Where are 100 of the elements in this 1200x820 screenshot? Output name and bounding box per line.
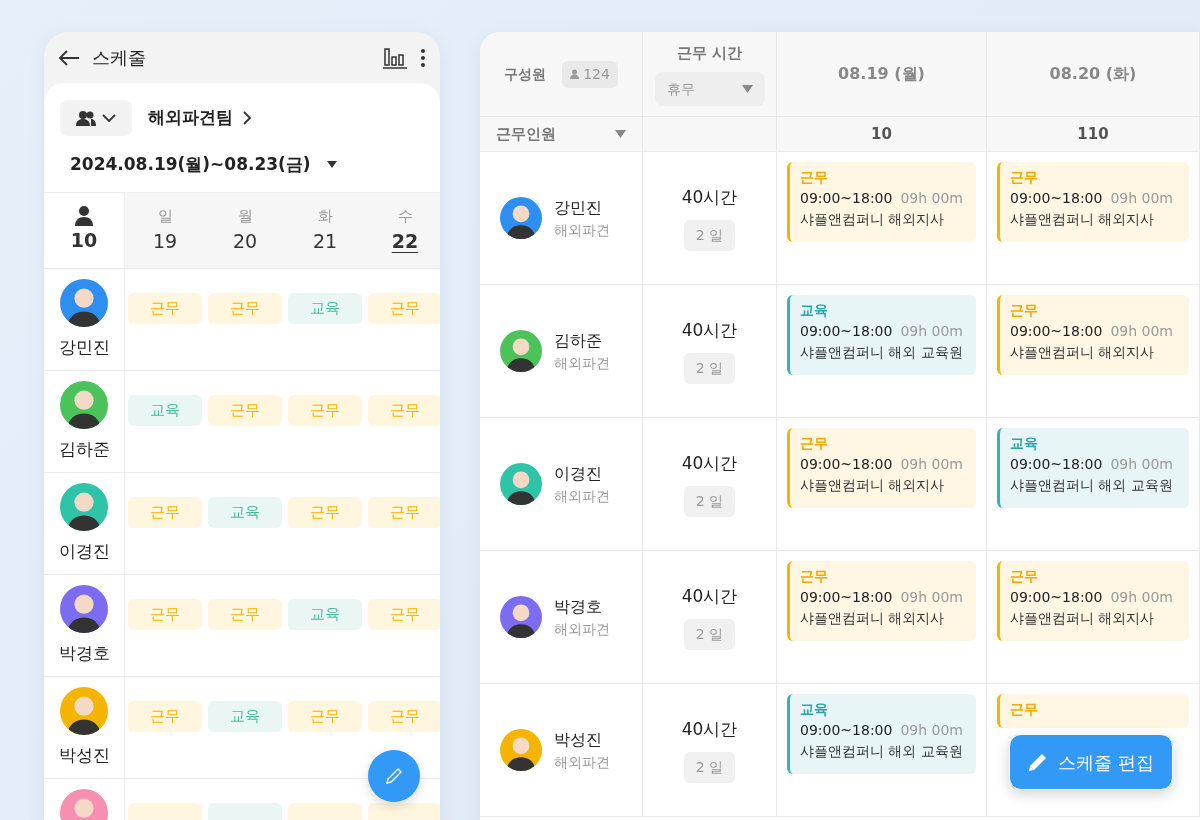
member-name: 김하준 <box>58 437 110 461</box>
shift-tag[interactable]: 교육 <box>128 394 202 426</box>
weekday-label: 월 <box>237 205 253 227</box>
shift-tag[interactable]: 근무 <box>128 292 202 324</box>
shift-time: 09:00~18:00 <box>800 322 893 341</box>
shift-tag[interactable]: 근무 <box>368 598 440 630</box>
more-menu-icon[interactable] <box>420 47 426 68</box>
shift-tag[interactable]: 근무 <box>368 394 440 426</box>
shift-card[interactable]: 근무 <box>997 694 1189 728</box>
shift-tag[interactable]: 교육 <box>208 496 282 528</box>
shift-time: 09:00~18:00 <box>1010 322 1103 341</box>
team-name[interactable]: 해외파견팀 <box>148 105 233 131</box>
chevron-right-icon[interactable] <box>243 111 252 125</box>
member-name: 이경진 <box>554 462 603 485</box>
work-days-badge: 2 일 <box>683 486 736 518</box>
member-name: 박경호 <box>58 641 110 665</box>
team-name: 해외파견 <box>554 220 610 240</box>
edit-schedule-button[interactable]: 스케줄 편집 <box>1009 734 1173 790</box>
dropdown-triangle-icon <box>741 85 753 94</box>
chevron-down-icon <box>102 114 116 122</box>
shift-duration: 09h 00m <box>1110 189 1173 208</box>
shift-time: 09:00~18:00 <box>1010 455 1103 474</box>
day-date: 19 <box>152 229 178 254</box>
day-date: 20 <box>232 229 258 254</box>
group-filter-button[interactable] <box>60 100 132 136</box>
work-days-badge: 2 일 <box>683 220 736 252</box>
shift-card[interactable]: 근무 09:00~18:00 09h 00m 샤플앤컴퍼니 해외지사 <box>787 561 976 641</box>
shift-time: 09:00~18:00 <box>1010 588 1103 607</box>
member-name: 박성진 <box>554 728 603 751</box>
shift-card[interactable]: 근무 09:00~18:00 09h 00m 샤플앤컴퍼니 해외지사 <box>787 428 976 508</box>
day-header[interactable]: 일 19 <box>125 191 205 268</box>
work-days-badge: 2 일 <box>683 353 736 385</box>
shift-tag[interactable]: 근무 <box>288 394 362 426</box>
shift-duration: 09h 00m <box>1110 588 1173 607</box>
shift-tag[interactable]: 근무 <box>288 700 362 732</box>
day-date: 22 <box>391 229 419 254</box>
member-name: 이경진 <box>58 539 110 563</box>
shift-tag[interactable]: 근무 <box>368 700 440 732</box>
shift-tag[interactable]: 교육 <box>208 700 282 732</box>
dropdown-triangle-icon[interactable] <box>326 161 337 169</box>
shift-location: 샤플앤컴퍼니 해외 교육원 <box>1010 476 1174 495</box>
member-count: 10 <box>70 227 98 253</box>
back-arrow-icon[interactable] <box>58 48 80 67</box>
shift-tag[interactable]: 근무 <box>368 292 440 324</box>
people-icon <box>76 110 96 126</box>
member-count-badge: 124 <box>562 60 618 88</box>
column-header: 근무 시간 <box>676 42 743 64</box>
column-header: 구성원 <box>504 64 547 84</box>
shift-type: 근무 <box>1010 700 1039 719</box>
shift-type: 근무 <box>1010 567 1039 586</box>
shift-tag[interactable]: 교육 <box>288 292 362 324</box>
date-header: 08.19 (월) <box>777 32 987 117</box>
weekday-label: 일 <box>157 205 173 227</box>
shift-tag[interactable]: 교육 <box>288 598 362 630</box>
shift-duration: 09h 00m <box>1110 455 1173 474</box>
staff-filter[interactable]: 근무인원 <box>496 122 556 146</box>
shift-tag[interactable]: 근무 <box>208 292 282 324</box>
shift-location: 샤플앤컴퍼니 해외지사 <box>800 476 946 495</box>
bar-chart-icon[interactable] <box>382 46 408 69</box>
weekday-label: 화 <box>317 205 333 227</box>
work-hours: 40시간 <box>681 318 738 342</box>
work-days-badge: 2 일 <box>683 752 736 784</box>
screen-title: 스케줄 <box>92 46 147 70</box>
shift-card[interactable]: 근무 09:00~18:00 09h 00m 샤플앤컴퍼니 해외지사 <box>997 162 1189 242</box>
shift-tag[interactable]: 근무 <box>208 394 282 426</box>
shift-tag[interactable]: 근무 <box>368 496 440 528</box>
team-name: 해외파견 <box>554 353 610 373</box>
date-range[interactable]: 2024.08.19(월)~08.23(금) <box>70 152 311 178</box>
shift-card[interactable]: 교육 09:00~18:00 09h 00m 샤플앤컴퍼니 해외 교육원 <box>787 295 976 375</box>
team-name: 해외파견 <box>554 486 610 506</box>
hours-filter-dropdown[interactable]: 휴무 <box>654 72 765 107</box>
member-name: 박성진 <box>58 743 110 767</box>
day-header[interactable]: 수 22 <box>365 191 440 268</box>
shift-type: 근무 <box>1010 301 1039 320</box>
shift-location: 샤플앤컴퍼니 해외 교육원 <box>800 343 964 362</box>
pencil-icon <box>385 767 403 785</box>
shift-tag[interactable]: 근무 <box>208 598 282 630</box>
shift-type: 교육 <box>1010 434 1039 453</box>
day-header[interactable]: 월 20 <box>205 191 285 268</box>
day-header[interactable]: 화 21 <box>285 191 365 268</box>
shift-card[interactable]: 근무 09:00~18:00 09h 00m 샤플앤컴퍼니 해외지사 <box>997 561 1189 641</box>
shift-card[interactable]: 교육 09:00~18:00 09h 00m 샤플앤컴퍼니 해외 교육원 <box>997 428 1189 508</box>
team-name: 해외파견 <box>554 619 610 639</box>
shift-tag[interactable]: 근무 <box>128 700 202 732</box>
shift-card[interactable]: 근무 09:00~18:00 09h 00m 샤플앤컴퍼니 해외지사 <box>787 162 976 242</box>
shift-tag[interactable]: 근무 <box>128 598 202 630</box>
date-header: 08.20 (화) <box>987 32 1200 117</box>
shift-tag[interactable]: 근무 <box>128 496 202 528</box>
shift-type: 교육 <box>800 700 829 719</box>
shift-type: 교육 <box>800 301 829 320</box>
member-name: 강민진 <box>58 335 110 359</box>
member-name: 김하준 <box>554 329 603 352</box>
shift-card[interactable]: 근무 09:00~18:00 09h 00m 샤플앤컴퍼니 해외지사 <box>997 295 1189 375</box>
member-name: 강민진 <box>554 196 603 219</box>
shift-duration: 09h 00m <box>1110 322 1173 341</box>
work-hours: 40시간 <box>681 717 738 741</box>
shift-card[interactable]: 교육 09:00~18:00 09h 00m 샤플앤컴퍼니 해외 교육원 <box>787 694 976 774</box>
work-hours: 40시간 <box>681 584 738 608</box>
team-name: 해외파견 <box>554 752 610 772</box>
shift-tag[interactable]: 근무 <box>288 496 362 528</box>
